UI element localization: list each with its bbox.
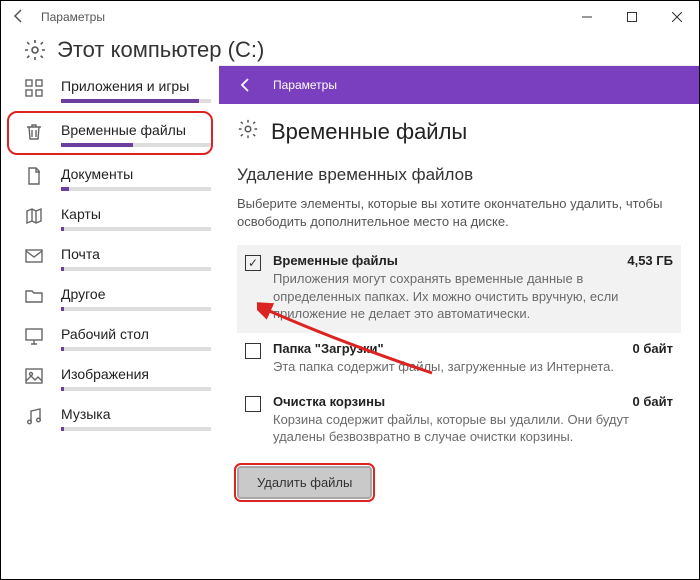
titlebar: Параметры	[1, 1, 699, 33]
music-icon	[23, 405, 45, 427]
item-title: Временные файлы	[273, 253, 398, 268]
item-temp-files: Временные файлы 4,53 ГБ Приложения могут…	[237, 245, 681, 333]
gear-icon	[237, 118, 259, 145]
checkbox-downloads[interactable]	[245, 343, 261, 359]
sidebar-item-temp-files[interactable]: Временные файлы	[7, 111, 213, 155]
desktop-icon	[23, 325, 45, 347]
delete-files-button[interactable]: Удалить файлы	[237, 466, 372, 499]
item-desc: Эта папка содержит файлы, загруженные из…	[273, 358, 673, 376]
grid-icon	[23, 77, 45, 99]
item-size: 0 байт	[633, 341, 673, 356]
breadcrumb-title: Параметры	[273, 78, 337, 92]
item-size: 4,53 ГБ	[627, 253, 673, 268]
checkbox-recycle-bin[interactable]	[245, 396, 261, 412]
item-title: Очистка корзины	[273, 394, 385, 409]
breadcrumb: Параметры	[219, 66, 699, 104]
item-size: 0 байт	[633, 394, 673, 409]
sidebar-item-apps[interactable]: Приложения и игры	[1, 69, 219, 109]
content-panel: Параметры Временные файлы Удаление време…	[219, 65, 699, 571]
mail-icon	[23, 245, 45, 267]
sidebar-item-label: Изображения	[61, 365, 219, 383]
sidebar-item-label: Почта	[61, 245, 219, 263]
sidebar-item-music[interactable]: Музыка	[1, 397, 219, 437]
sidebar-item-label: Карты	[61, 205, 219, 223]
sidebar-item-label: Музыка	[61, 405, 219, 423]
sidebar-item-label: Приложения и игры	[61, 77, 219, 95]
back-arrow-icon[interactable]	[11, 8, 27, 27]
item-recycle-bin: Очистка корзины 0 байт Корзина содержит …	[237, 386, 681, 456]
window-title: Параметры	[41, 10, 105, 24]
sidebar-item-label: Другое	[61, 285, 219, 303]
trash-icon	[23, 121, 45, 143]
back-button[interactable]	[231, 70, 261, 100]
map-icon	[23, 205, 45, 227]
item-downloads: Папка "Загрузки" 0 байт Эта папка содерж…	[237, 333, 681, 386]
sidebar-item-other[interactable]: Другое	[1, 277, 219, 317]
sidebar-item-pictures[interactable]: Изображения	[1, 357, 219, 397]
panel-title: Временные файлы	[271, 119, 467, 145]
minimize-button[interactable]	[564, 1, 609, 33]
sidebar-item-desktop[interactable]: Рабочий стол	[1, 317, 219, 357]
sidebar-item-mail[interactable]: Почта	[1, 237, 219, 277]
checkbox-temp-files[interactable]	[245, 255, 261, 271]
document-icon	[23, 165, 45, 187]
close-button[interactable]	[654, 1, 699, 33]
sidebar-item-maps[interactable]: Карты	[1, 197, 219, 237]
page-header: Этот компьютер (C:)	[1, 33, 699, 65]
folder-icon	[23, 285, 45, 307]
image-icon	[23, 365, 45, 387]
item-desc: Приложения могут сохранять временные дан…	[273, 270, 673, 323]
maximize-button[interactable]	[609, 1, 654, 33]
item-title: Папка "Загрузки"	[273, 341, 384, 356]
item-desc: Корзина содержит файлы, которые вы удали…	[273, 411, 673, 446]
sidebar-item-label: Документы	[61, 165, 219, 183]
sidebar-item-label: Рабочий стол	[61, 325, 219, 343]
page-title: Этот компьютер (C:)	[57, 37, 264, 63]
sidebar-item-label: Временные файлы	[61, 121, 211, 139]
gear-icon	[23, 38, 47, 62]
panel-lead: Выберите элементы, которые вы хотите око…	[237, 195, 681, 231]
sidebar-item-documents[interactable]: Документы	[1, 157, 219, 197]
sidebar: Приложения и игры Временные файлы Докуме…	[1, 65, 219, 571]
panel-subheading: Удаление временных файлов	[237, 165, 681, 185]
